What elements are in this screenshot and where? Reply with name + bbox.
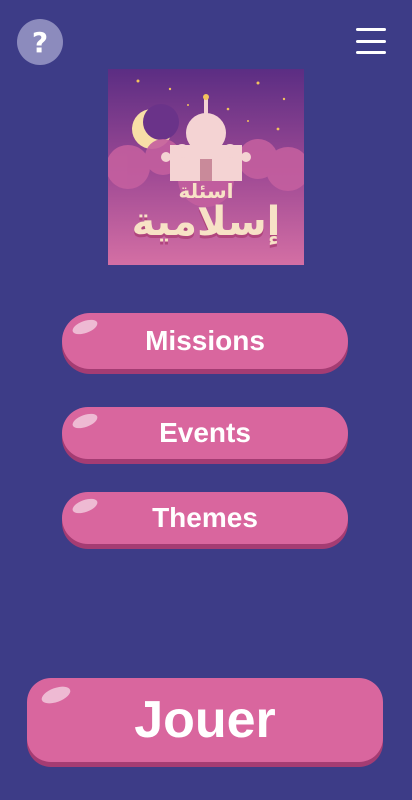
themes-label: Themes (152, 502, 258, 533)
help-icon: ? (31, 25, 49, 59)
missions-button[interactable]: Missions (62, 313, 348, 369)
events-button[interactable]: Events (62, 407, 348, 459)
play-label: Jouer (134, 691, 276, 749)
missions-label: Missions (145, 325, 265, 356)
play-button[interactable]: Jouer (27, 678, 383, 762)
events-label: Events (159, 417, 251, 448)
app-logo: اسئلة إسلامية (108, 69, 304, 265)
logo-title: إسلامية (131, 199, 281, 245)
help-button[interactable]: ? (17, 19, 63, 65)
hamburger-menu-icon[interactable] (356, 28, 386, 54)
themes-button[interactable]: Themes (62, 492, 348, 544)
